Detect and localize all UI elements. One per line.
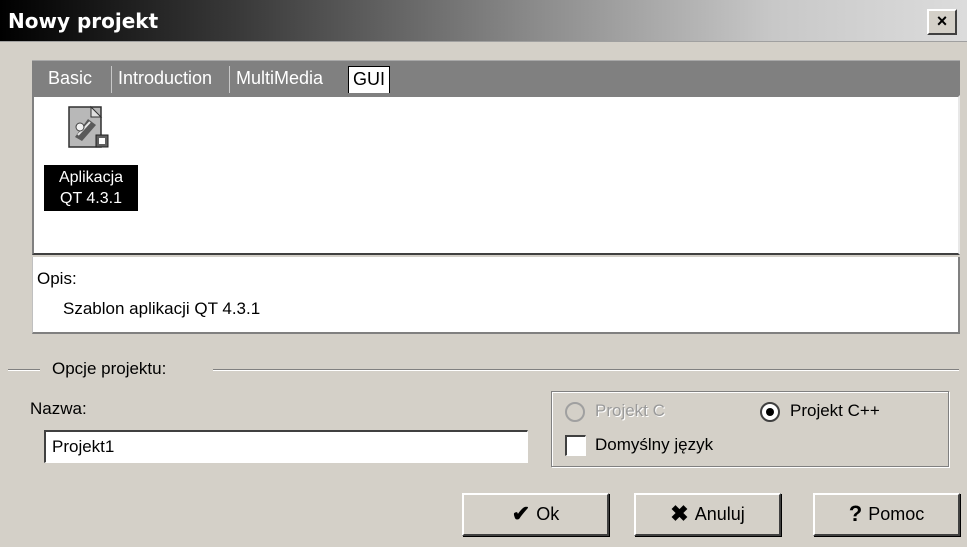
tab-multimedia[interactable]: MultiMedia (229, 66, 323, 93)
help-button[interactable]: ? Pomoc (813, 493, 960, 536)
question-icon: ? (848, 501, 863, 526)
title-bar: Nowy projekt × (0, 0, 967, 42)
radio-selected-dot (766, 408, 774, 416)
description-text: Szablon aplikacji QT 4.3.1 (63, 299, 261, 318)
default-language-label: Domyślny język (595, 435, 714, 454)
tab-basic[interactable]: Basic (48, 66, 92, 93)
tab-gui[interactable]: GUI (348, 66, 391, 93)
radio-project-c[interactable] (565, 402, 585, 422)
close-icon: × (936, 11, 948, 31)
radio-project-cpp-label: Projekt C++ (790, 401, 880, 420)
template-list: Aplikacja QT 4.3.1 (32, 95, 960, 255)
ok-button[interactable]: ✔ Ok (462, 493, 609, 536)
template-label: Aplikacja QT 4.3.1 (44, 165, 138, 211)
close-button[interactable]: × (927, 9, 957, 35)
default-language-checkbox[interactable] (565, 435, 586, 456)
project-name-input[interactable] (44, 430, 528, 463)
project-options-title: Opcje projektu: (48, 359, 171, 379)
tab-introduction[interactable]: Introduction (111, 66, 212, 93)
checkmark-icon: ✔ (511, 501, 531, 526)
name-label: Nazwa: (30, 399, 87, 418)
group-divider-left (8, 369, 40, 371)
radio-project-c-label: Projekt C (595, 401, 665, 420)
description-label: Opis: (37, 269, 77, 288)
language-options-box: Projekt C Projekt C++ Domyślny język (551, 391, 949, 467)
x-icon: ✖ (670, 501, 689, 526)
group-divider-right (213, 369, 959, 371)
description-pane: Opis: Szablon aplikacji QT 4.3.1 (32, 257, 960, 334)
cancel-button[interactable]: ✖ Anuluj (634, 493, 781, 536)
radio-project-cpp[interactable] (760, 402, 780, 422)
tab-strip: Basic Introduction MultiMedia GUI (32, 60, 960, 95)
window-title: Nowy projekt (8, 9, 159, 33)
qt-app-icon (68, 105, 109, 148)
template-item-qt-app[interactable]: Aplikacja QT 4.3.1 (44, 105, 138, 215)
